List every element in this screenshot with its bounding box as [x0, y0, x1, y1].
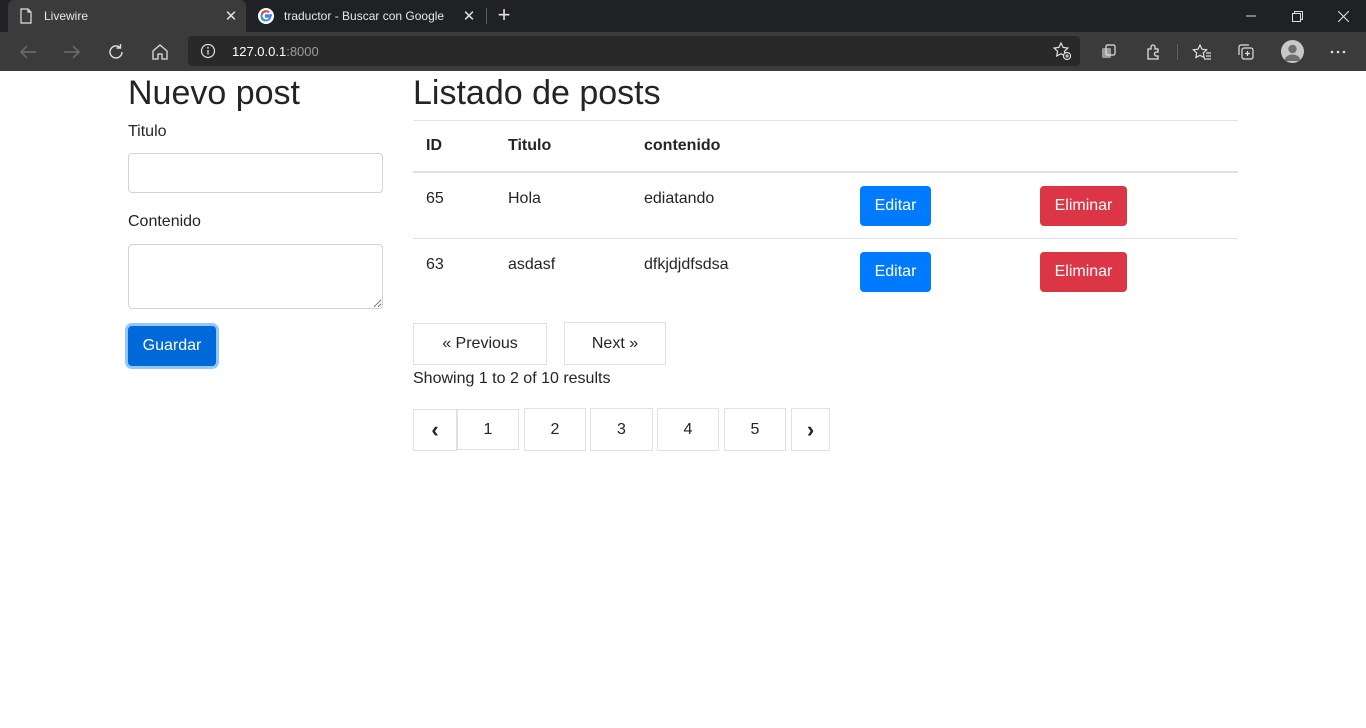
edit-button[interactable]: Editar — [860, 252, 931, 292]
restore-button[interactable] — [1274, 0, 1320, 32]
new-tab-button[interactable]: + — [492, 4, 516, 28]
home-icon[interactable] — [145, 37, 175, 67]
list-title: Listado de posts — [413, 74, 661, 112]
back-arrow-icon[interactable] — [13, 37, 43, 67]
table-header-border — [413, 171, 1238, 173]
close-tab-icon[interactable]: ✕ — [458, 5, 480, 27]
url-host: 127.0.0.1 — [232, 44, 287, 59]
pagination-prev-chevron-icon[interactable]: ‹ — [413, 409, 457, 451]
delete-button[interactable]: Eliminar — [1040, 186, 1127, 226]
tab-actions-icon[interactable] — [1094, 37, 1124, 67]
tab-google[interactable]: traductor - Buscar con Google ✕ — [248, 0, 484, 32]
refresh-icon[interactable] — [101, 37, 131, 67]
next-page-button[interactable]: Next » — [564, 322, 666, 365]
titulo-label: Titulo — [128, 123, 167, 140]
page-link-3[interactable]: 3 — [590, 408, 653, 451]
table-top-border — [413, 120, 1238, 121]
delete-button[interactable]: Eliminar — [1040, 252, 1127, 292]
favorites-icon[interactable] — [1187, 37, 1217, 67]
contenido-textarea[interactable] — [128, 244, 383, 309]
address-url: 127.0.0.1:8000 — [232, 44, 319, 59]
contenido-label: Contenido — [128, 213, 201, 230]
more-options-icon[interactable] — [1323, 37, 1353, 67]
cell-id: 65 — [426, 190, 444, 207]
page-content: Nuevo post Titulo Contenido Guardar List… — [0, 71, 1366, 728]
close-tab-icon[interactable]: ✕ — [220, 5, 242, 27]
collections-icon[interactable] — [1231, 37, 1261, 67]
info-icon[interactable] — [200, 43, 216, 59]
tab-livewire[interactable]: Livewire ✕ — [8, 0, 246, 32]
page-link-5[interactable]: 5 — [724, 408, 786, 451]
tab-divider — [486, 8, 487, 24]
cell-contenido: dfkjdjdfsdsa — [644, 256, 729, 273]
tab-title: traductor - Buscar con Google — [284, 9, 445, 23]
close-window-button[interactable] — [1320, 0, 1366, 32]
toolbar-divider — [1177, 44, 1178, 60]
titulo-input[interactable] — [128, 153, 383, 193]
page-icon — [18, 8, 34, 24]
previous-page-button[interactable]: « Previous — [413, 323, 547, 365]
form-title: Nuevo post — [128, 74, 300, 112]
column-header-id: ID — [426, 137, 442, 154]
add-favorite-icon[interactable] — [1052, 41, 1072, 61]
profile-avatar[interactable] — [1281, 40, 1304, 63]
cell-titulo: Hola — [508, 190, 541, 207]
address-bar[interactable]: 127.0.0.1:8000 — [188, 36, 1080, 66]
cell-titulo: asdasf — [508, 256, 556, 273]
url-port: :8000 — [286, 44, 319, 59]
results-summary: Showing 1 to 2 of 10 results — [413, 370, 611, 387]
page-link-1[interactable]: 1 — [457, 409, 519, 450]
column-header-contenido: contenido — [644, 137, 721, 154]
forward-arrow-icon[interactable] — [57, 37, 87, 67]
browser-toolbar: 127.0.0.1:8000 — [0, 32, 1366, 71]
cell-id: 63 — [426, 256, 444, 273]
extensions-icon[interactable] — [1139, 37, 1169, 67]
browser-tab-bar: Livewire ✕ traductor - Buscar con Google… — [0, 0, 1366, 32]
save-button[interactable]: Guardar — [128, 326, 216, 366]
google-icon — [258, 8, 274, 24]
column-header-titulo: Titulo — [508, 137, 552, 154]
row-divider — [413, 238, 1238, 239]
page-link-4[interactable]: 4 — [657, 408, 719, 451]
page-link-2[interactable]: 2 — [524, 408, 586, 451]
pagination-next-chevron-icon[interactable]: › — [791, 408, 830, 451]
tab-title: Livewire — [44, 9, 89, 23]
minimize-button[interactable] — [1228, 0, 1274, 32]
edit-button[interactable]: Editar — [860, 186, 931, 226]
cell-contenido: ediatando — [644, 190, 715, 207]
